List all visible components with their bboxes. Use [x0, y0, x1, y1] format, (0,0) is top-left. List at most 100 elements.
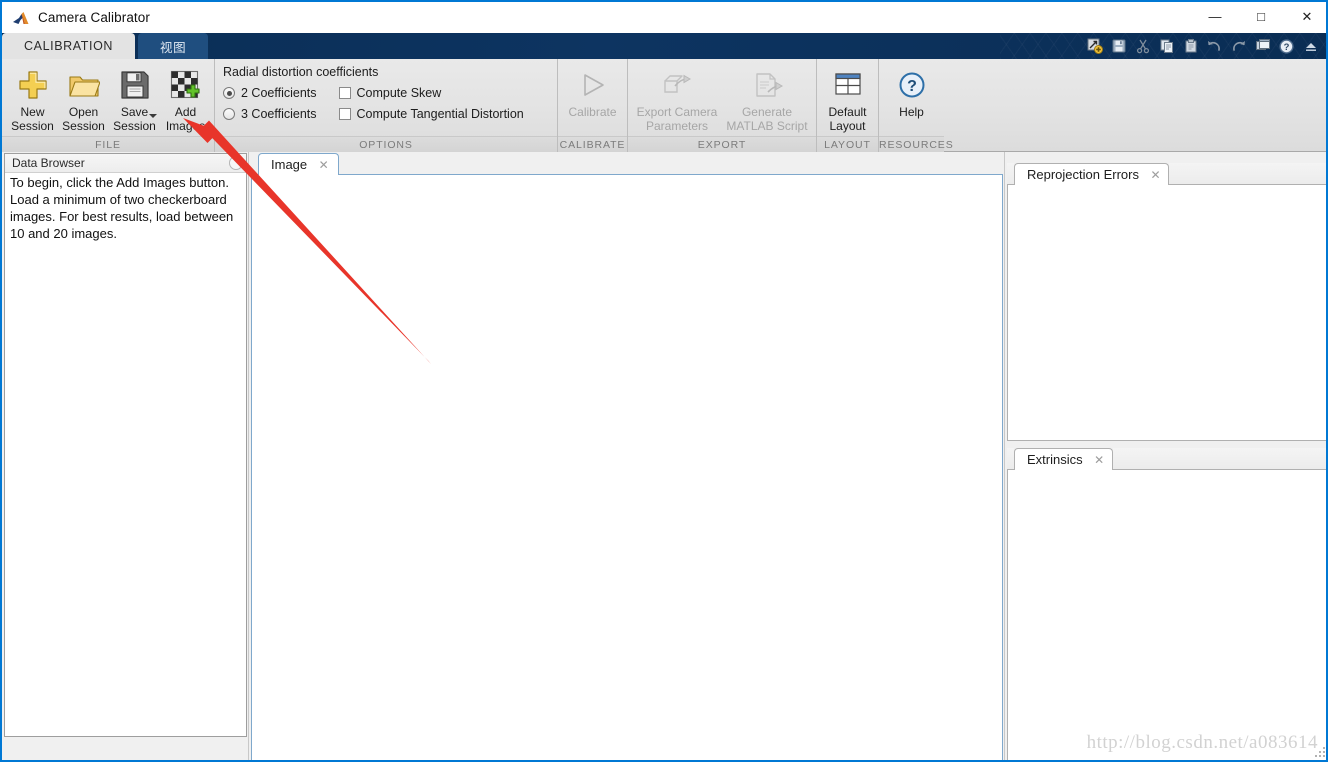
ribbon-group-label-options: OPTIONS [215, 136, 557, 152]
checkbox-compute-tangential-distortion[interactable]: Compute Tangential Distortion [338, 107, 524, 121]
ribbon-group-calibrate: Calibrate CALIBRATE [557, 59, 627, 152]
window-title: Camera Calibrator [38, 10, 150, 25]
checkbox-icon [338, 87, 351, 99]
radio-2-coefficients-label: 2 Coefficients [241, 86, 317, 100]
tab-view[interactable]: 视图 [138, 33, 209, 59]
image-tab-row: Image ✕ [251, 153, 1003, 175]
watermark-text: http://blog.csdn.net/a083614 [1086, 732, 1318, 753]
tab-reprojection-errors[interactable]: Reprojection Errors ✕ [1014, 163, 1169, 185]
window-controls: — □ ✕ [1192, 1, 1326, 34]
checkbox-compute-tangential-distortion-label: Compute Tangential Distortion [356, 107, 524, 121]
radio-2-coefficients[interactable]: 2 Coefficients [223, 86, 317, 100]
ribbon-group-label-file: FILE [2, 136, 214, 152]
title-bar: Camera Calibrator — □ ✕ [2, 0, 1326, 34]
tab-image[interactable]: Image ✕ [258, 153, 340, 175]
checkbox-compute-skew[interactable]: Compute Skew [338, 86, 524, 100]
reprojection-errors-tab-row: Reprojection Errors ✕ [1007, 163, 1326, 185]
checkerboard-plus-icon [170, 68, 201, 102]
radio-3-coefficients-label: 3 Coefficients [241, 107, 317, 121]
redo-icon[interactable] [1227, 36, 1250, 57]
help-label: Help [899, 105, 924, 119]
reprojection-errors-canvas[interactable] [1007, 185, 1326, 441]
play-triangle-icon [577, 68, 609, 102]
save-session-label: Save Session [113, 105, 156, 133]
save-icon[interactable] [1107, 36, 1130, 57]
collapse-ribbon-icon[interactable] [1299, 36, 1322, 57]
extrinsics-panel: Extrinsics ✕ [1007, 448, 1326, 760]
tab-reprojection-errors-label: Reprojection Errors [1027, 167, 1139, 182]
folder-icon [68, 68, 100, 102]
undo-icon[interactable] [1203, 36, 1226, 57]
export-camera-parameters-button[interactable]: Export Camera Parameters [634, 64, 720, 134]
add-images-label: Add Images [165, 105, 206, 133]
ribbon-group-export: Export Camera Parameters Generate MATLAB… [627, 59, 816, 152]
svg-text:?: ? [907, 78, 917, 95]
close-icon[interactable]: ✕ [1149, 168, 1162, 182]
ribbon-group-file: New Session Open Session Save Session Ad… [2, 59, 214, 152]
image-document-panel: Image ✕ [251, 153, 1003, 760]
chevron-down-icon[interactable] [149, 114, 157, 118]
ribbon: New Session Open Session Save Session Ad… [2, 59, 1326, 152]
checkbox-compute-skew-label: Compute Skew [356, 86, 442, 100]
ribbon-group-label-resources: RESOURCES [879, 136, 953, 152]
ribbon-group-label-layout: LAYOUT [817, 136, 878, 152]
ribbon-group-layout: Default Layout LAYOUT [816, 59, 878, 152]
copy-icon[interactable] [1155, 36, 1178, 57]
right-panel-column: Reprojection Errors ✕ Extrinsics ✕ [1007, 153, 1326, 760]
checkbox-icon [338, 108, 351, 120]
close-button[interactable]: ✕ [1284, 1, 1326, 32]
default-layout-button[interactable]: Default Layout [821, 64, 874, 134]
new-session-button[interactable]: New Session [8, 64, 57, 134]
extrinsics-tab-row: Extrinsics ✕ [1007, 448, 1326, 470]
script-arrow-icon [750, 68, 784, 102]
calibrate-label: Calibrate [568, 105, 617, 119]
client-area: Data Browser To begin, click the Add Ima… [2, 152, 1326, 760]
radio-on-icon [223, 87, 235, 99]
open-session-button[interactable]: Open Session [59, 64, 108, 134]
data-browser-header: Data Browser [5, 154, 246, 173]
generate-matlab-script-label: Generate MATLAB Script [726, 105, 808, 133]
collapse-circle-icon[interactable] [229, 156, 243, 170]
close-icon[interactable]: ✕ [1093, 453, 1106, 467]
maximize-button[interactable]: □ [1238, 1, 1284, 32]
save-session-button[interactable]: Save Session [110, 64, 159, 134]
ribbon-group-options: Radial distortion coefficients 2 Coeffic… [214, 59, 557, 152]
image-canvas[interactable] [251, 175, 1003, 760]
calibrate-button[interactable]: Calibrate [562, 64, 623, 134]
generate-matlab-script-button[interactable]: Generate MATLAB Script [724, 64, 810, 134]
radio-3-coefficients[interactable]: 3 Coefficients [223, 107, 317, 121]
add-images-button[interactable]: Add Images [161, 64, 210, 134]
minimize-button[interactable]: — [1192, 1, 1238, 32]
new-session-label: New Session [11, 105, 54, 133]
tab-calibration[interactable]: CALIBRATION [2, 33, 136, 59]
export-arrow-icon [660, 68, 694, 102]
camera-calibrator-window: Camera Calibrator — □ ✕ CALIBRATION 视图 ?… [0, 0, 1328, 762]
extrinsics-canvas[interactable] [1007, 470, 1326, 760]
quick-access-toolbar: ? [1083, 35, 1322, 57]
tab-extrinsics-label: Extrinsics [1027, 452, 1083, 467]
tab-extrinsics[interactable]: Extrinsics ✕ [1014, 448, 1113, 470]
new-session-icon[interactable] [1083, 36, 1106, 57]
plus-icon [17, 68, 49, 102]
ribbon-group-label-export: EXPORT [628, 136, 816, 152]
cut-icon[interactable] [1131, 36, 1154, 57]
svg-text:?: ? [1284, 42, 1290, 53]
close-icon[interactable]: ✕ [317, 158, 330, 172]
export-camera-parameters-label: Export Camera Parameters [636, 105, 718, 133]
data-browser-message: To begin, click the Add Images button. L… [10, 175, 234, 241]
default-layout-label: Default Layout [828, 105, 867, 133]
paste-icon[interactable] [1179, 36, 1202, 57]
reprojection-errors-panel: Reprojection Errors ✕ [1007, 163, 1326, 441]
floppy-disk-icon [120, 68, 150, 102]
data-browser-body: To begin, click the Add Images button. L… [5, 173, 246, 736]
tab-image-label: Image [271, 157, 308, 172]
help-icon[interactable]: ? [1275, 36, 1298, 57]
resize-grip[interactable] [1314, 746, 1326, 758]
help-button[interactable]: ? Help [884, 64, 940, 134]
matlab-icon [12, 9, 30, 27]
radial-distortion-title: Radial distortion coefficients [223, 65, 379, 79]
ribbon-group-resources: ? Help RESOURCES [878, 59, 953, 152]
radio-off-icon [223, 108, 235, 120]
data-browser-panel: Data Browser To begin, click the Add Ima… [4, 153, 247, 737]
layout-icon[interactable] [1251, 36, 1274, 57]
